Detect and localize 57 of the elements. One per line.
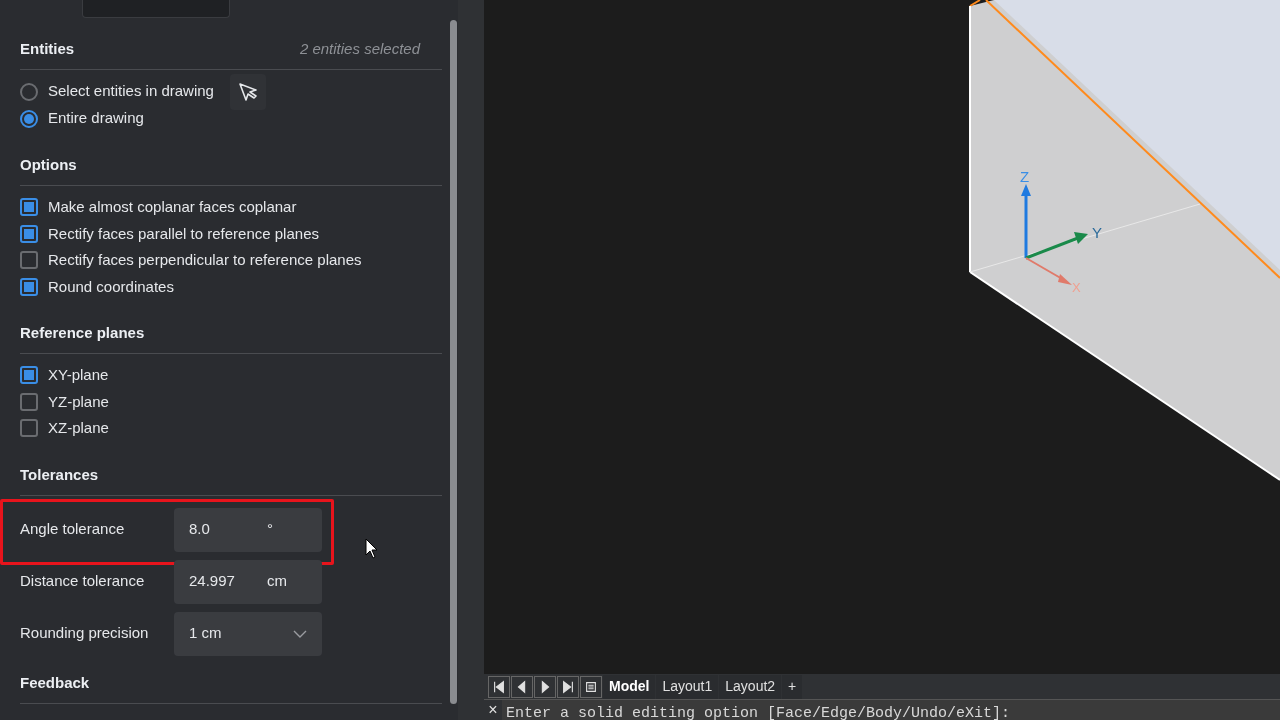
cursor-arrow-icon (236, 80, 259, 103)
field-label: Rounding precision (20, 623, 150, 644)
section-title: Feedback (20, 672, 90, 693)
axis-label: Y (1092, 224, 1102, 241)
radio-label: Entire drawing (48, 108, 144, 129)
field-label: Angle tolerance (20, 519, 126, 540)
layout-tab[interactable]: Model (603, 674, 656, 699)
unit-label: cm (267, 571, 287, 592)
checkbox[interactable] (20, 198, 38, 217)
first-layout-icon (492, 679, 506, 694)
checkbox[interactable] (20, 392, 38, 411)
checkbox[interactable] (20, 366, 38, 385)
section-title: Options (20, 155, 77, 176)
view-toggle[interactable] (82, 0, 230, 18)
y-axis-arrow (1025, 232, 1088, 260)
checkbox-label: XY-plane (48, 365, 109, 385)
checkbox[interactable] (20, 277, 38, 296)
radio-button[interactable] (20, 82, 38, 101)
layout-tab[interactable]: + (782, 674, 803, 699)
mouse-cursor-icon (365, 538, 379, 560)
checkbox-label: Round coordinates (48, 276, 174, 297)
command-prompt: Enter a solid editing option [Face/Edge/Body/Undo/eXit]: (506, 705, 1011, 720)
checkbox-label: Rectify faces parallel to reference planes (48, 223, 319, 244)
layout-tab[interactable]: Layout2 (719, 674, 782, 699)
checkbox-label: XZ-plane (48, 418, 109, 438)
layout-nav-button[interactable] (557, 675, 579, 698)
input-field[interactable]: 24.997 cm (174, 559, 322, 604)
last-layout-icon (561, 679, 575, 694)
selection-count: 2 entities selected (299, 39, 422, 60)
layout-nav-button[interactable] (511, 675, 533, 698)
radio-button[interactable] (20, 109, 38, 128)
x-axis-arrow (1025, 257, 1072, 285)
section-title: Reference planes (20, 323, 145, 344)
layout-nav-button[interactable] (534, 675, 556, 698)
unit-label: ° (267, 519, 273, 540)
layout-nav-button[interactable] (488, 675, 510, 698)
checkbox-label: Make almost coplanar faces coplanar (48, 197, 297, 217)
layout-list-icon (584, 679, 598, 694)
section-title: Tolerances (20, 464, 99, 485)
close-button[interactable]: × (484, 700, 502, 720)
checkbox-label: YZ-plane (48, 391, 109, 412)
section-title: Entities (20, 39, 75, 60)
checkbox-label: Rectify faces perpendicular to reference planes (48, 250, 362, 270)
chevron-down-icon (293, 629, 307, 638)
checkbox[interactable] (20, 251, 38, 270)
axis-label: Z (1020, 168, 1030, 185)
dropdown[interactable]: 1 cm (174, 611, 322, 656)
scrollbar[interactable] (450, 20, 457, 704)
layout-nav-button[interactable] (580, 675, 602, 698)
input-field[interactable]: 8.0 ° (174, 507, 322, 552)
checkbox[interactable] (20, 419, 38, 438)
pick-entities-button[interactable] (229, 73, 266, 110)
axis-label: X (1072, 280, 1081, 292)
field-label: Distance tolerance (20, 571, 146, 592)
layout-tab[interactable]: Layout1 (656, 674, 719, 699)
radio-label: Select entities in drawing (48, 81, 214, 102)
checkbox[interactable] (20, 224, 38, 243)
